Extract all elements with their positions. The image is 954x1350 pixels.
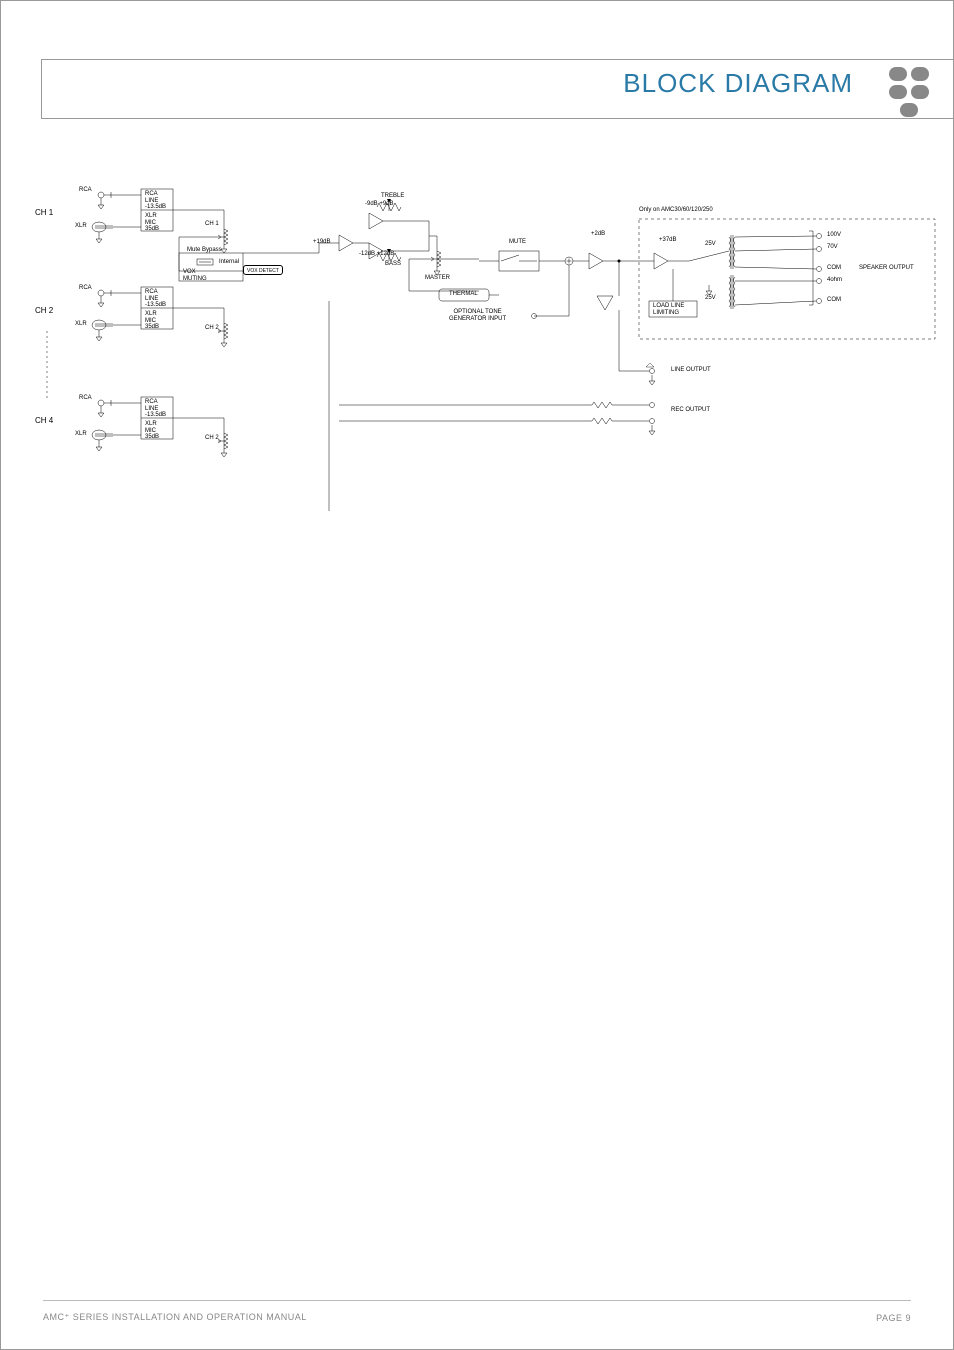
bass-label: BASS (385, 261, 401, 268)
line-output-label: LINE OUTPUT (671, 367, 711, 374)
spk4-label: 4ohm (827, 277, 842, 284)
tone-gen-label: OPTIONAL TONE GENERATOR INPUT (449, 309, 506, 322)
ch4-rca-label: RCA (79, 395, 92, 402)
ch1-xlr-gain: XLR MIC 35dB (145, 213, 159, 233)
plus2-label: +2dB (591, 231, 605, 238)
ch2-label: CH 2 (35, 307, 53, 316)
ch2-rca-label: RCA (79, 285, 92, 292)
block-diagram: CH 1 RCA XLR CH 2 RCA XLR CH 4 RCA XLR R… (29, 181, 939, 541)
spk100-label: 100V (827, 232, 841, 239)
ch2-xlr-label: XLR (75, 321, 87, 328)
spk70-label: 70V (827, 244, 838, 251)
treble-label: TREBLE (381, 193, 404, 200)
ch4-xlr-gain: XLR MIC 35dB (145, 421, 159, 441)
ch2-rca-gain: RCA LINE -13.5dB (145, 289, 166, 309)
header-bar: BLOCK DIAGRAM (41, 59, 953, 119)
rec-output-label: REC OUTPUT (671, 407, 710, 414)
output-note-label: Only on AMC30/60/120/250 (639, 207, 713, 214)
spkcom-label: COM (827, 265, 841, 272)
ch4-rca-gain: RCA LINE -13.5dB (145, 399, 166, 419)
ch1-rca-gain: RCA LINE -13.5dB (145, 191, 166, 211)
ch1-rca-label: RCA (79, 187, 92, 194)
loadline-label: LOAD LINE LIMITING (653, 303, 684, 316)
bass-range-label: -12dB +12dB (359, 251, 394, 258)
logo-icon (887, 65, 935, 123)
tap25a-label: 25V (705, 241, 716, 248)
ch1-xlr-label: XLR (75, 223, 87, 230)
mute-label: MUTE (509, 239, 526, 246)
ch1-label: CH 1 (35, 209, 53, 218)
plus19-label: +19dB (313, 239, 331, 246)
thermal-label: THERMAL (449, 291, 478, 298)
vox-detect-label: VOX DETECT (243, 265, 283, 275)
footer-rule (43, 1300, 911, 1301)
page-title: BLOCK DIAGRAM (623, 68, 853, 99)
treble-range-label: -9dB +9dB (365, 201, 394, 208)
mute-bypass-label: Mute Bypass (187, 247, 222, 254)
vox-muting-label: VOX MUTING (183, 269, 207, 282)
ch4-label: CH 4 (35, 417, 53, 426)
pot-ch1-label: CH 1 (205, 221, 219, 228)
footer-left: AMC⁺ SERIES INSTALLATION AND OPERATION M… (43, 1312, 307, 1323)
tap25b-label: 25V (705, 295, 716, 302)
spkcom2-label: COM (827, 297, 841, 304)
ch2-xlr-gain: XLR MIC 35dB (145, 311, 159, 331)
mute-internal-label: Internal (219, 259, 239, 266)
ch4-xlr-label: XLR (75, 431, 87, 438)
plus37-label: +37dB (659, 237, 677, 244)
footer-right: PAGE 9 (876, 1313, 911, 1323)
page: BLOCK DIAGRAM (0, 0, 954, 1350)
pot-ch2-label: CH 2 (205, 325, 219, 332)
pot-ch4-label: CH 2 (205, 435, 219, 442)
master-label: MASTER (425, 275, 450, 282)
speaker-output-label: SPEAKER OUTPUT (859, 265, 914, 272)
